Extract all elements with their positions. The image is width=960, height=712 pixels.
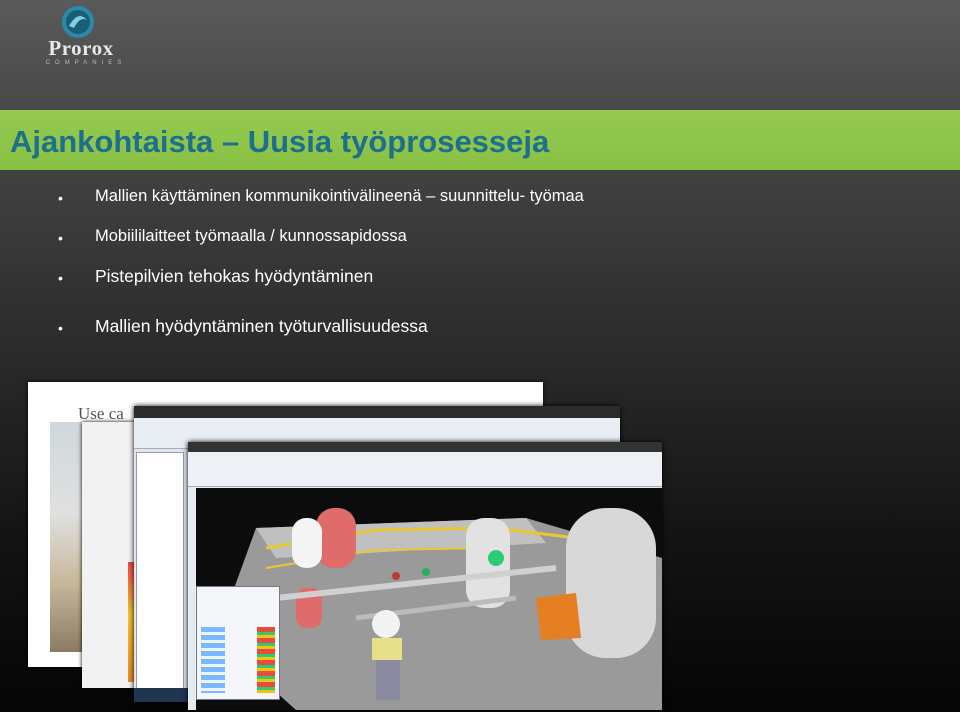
window-titlebar (188, 442, 662, 452)
bullet-marker: • (58, 190, 63, 206)
bullet-marker: • (58, 320, 63, 336)
navisworks-window-front (188, 442, 662, 710)
logo-tagline: COMPANIES (45, 60, 127, 66)
document-image (50, 422, 84, 652)
bullet-item: Mobiililaitteet työmaalla / kunnossapido… (95, 227, 407, 245)
clash-manager-panel (196, 586, 280, 700)
bullet-item: Mallien käyttäminen kommunikointivälinee… (95, 187, 584, 205)
screenshot-collage: Use ca (28, 382, 664, 712)
bullet-item: Mallien hyödyntäminen työturvallisuudess… (95, 316, 428, 336)
window-titlebar (134, 406, 620, 418)
logo-wordmark: Prorox (48, 36, 114, 60)
bullet-marker: • (58, 270, 63, 286)
bullet-item: Pistepilvien tehokas hyödyntäminen (95, 266, 374, 286)
bullet-marker: • (58, 230, 63, 246)
ribbon (188, 452, 662, 487)
logo-emblem-icon (62, 6, 94, 38)
company-logo: Prorox COMPANIES (22, 2, 138, 70)
document-heading: Use ca (78, 404, 124, 423)
slide-title: Ajankohtaista – Uusia työprosesseja (10, 124, 550, 159)
selection-tree-panel (136, 452, 184, 694)
